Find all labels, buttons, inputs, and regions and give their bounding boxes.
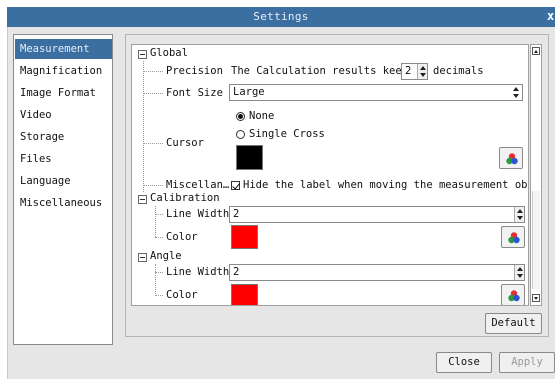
- scroll-down-arrow-icon[interactable]: [532, 294, 540, 302]
- precision-spin-buttons[interactable]: [417, 64, 427, 79]
- scroll-up-arrow-icon[interactable]: [532, 47, 540, 55]
- calibration-color-picker-button[interactable]: [501, 226, 525, 248]
- tree-branch: [143, 185, 163, 186]
- scrollbar-thumb[interactable]: [532, 191, 540, 289]
- global-group-label: Global: [150, 47, 188, 59]
- settings-category-list: Measurement Magnification Image Format V…: [13, 34, 113, 345]
- tree-branch: [155, 295, 163, 296]
- cursor-label: Cursor: [166, 137, 204, 149]
- font-size-value: Large: [233, 86, 265, 98]
- cursor-single-cross-radio[interactable]: [236, 130, 245, 139]
- sidebar-item-storage[interactable]: Storage: [15, 127, 112, 147]
- hide-label-checkbox[interactable]: [231, 181, 240, 190]
- cursor-color-picker-button[interactable]: [499, 147, 523, 169]
- calibration-line-width-spin-buttons[interactable]: [514, 207, 524, 222]
- settings-tree-scrollbar[interactable]: [530, 44, 542, 306]
- default-button[interactable]: Default: [485, 313, 542, 334]
- sidebar-item-image-format[interactable]: Image Format: [15, 83, 112, 103]
- tree-guide-line: [143, 61, 144, 192]
- tree-branch: [155, 237, 163, 238]
- tree-branch: [155, 214, 163, 215]
- precision-prefix-text: The Calculation results keep: [231, 65, 409, 77]
- sidebar-item-magnification[interactable]: Magnification: [15, 61, 112, 81]
- cursor-none-label: None: [249, 110, 275, 122]
- sidebar-item-measurement[interactable]: Measurement: [15, 39, 112, 59]
- precision-label: Precision: [166, 65, 223, 77]
- precision-value: 2: [405, 65, 412, 77]
- hide-label-text: Hide the label when moving the measureme…: [243, 179, 529, 191]
- tree-branch: [143, 143, 163, 144]
- apply-button[interactable]: Apply: [499, 352, 555, 373]
- precision-suffix-text: decimals: [433, 65, 484, 77]
- color-palette-icon: [506, 153, 518, 165]
- angle-color-swatch: [231, 284, 258, 305]
- title-bar-strip: Settings x: [7, 7, 555, 27]
- tree-guide-line: [155, 206, 156, 237]
- cursor-color-swatch: [236, 145, 263, 170]
- settings-tree: Global Precision The Calculation results…: [131, 44, 529, 306]
- angle-line-width-value: 2: [233, 266, 240, 278]
- tree-branch: [155, 272, 163, 273]
- tree-guide-line: [155, 264, 156, 296]
- font-size-dropdown-arrows[interactable]: [511, 85, 521, 100]
- calibration-group-label: Calibration: [150, 192, 220, 204]
- calibration-color-label: Color: [166, 231, 198, 243]
- angle-line-width-spinbox[interactable]: 2: [229, 264, 525, 281]
- angle-color-picker-button[interactable]: [501, 284, 525, 305]
- precision-spinbox[interactable]: 2: [401, 63, 428, 80]
- angle-line-width-label: Line Width: [166, 266, 230, 278]
- collapse-angle-toggle[interactable]: [138, 253, 147, 262]
- calibration-color-swatch: [231, 225, 258, 249]
- tree-branch: [143, 71, 163, 72]
- angle-group-label: Angle: [150, 250, 182, 262]
- calibration-line-width-value: 2: [233, 208, 240, 220]
- window-title: Settings: [253, 10, 309, 23]
- sidebar-item-miscellaneous[interactable]: Miscellaneous: [15, 193, 112, 213]
- tree-branch: [143, 93, 163, 94]
- font-size-label: Font Size: [166, 87, 223, 99]
- calibration-line-width-spinbox[interactable]: 2: [229, 206, 525, 223]
- color-palette-icon: [508, 290, 520, 302]
- sidebar-item-files[interactable]: Files: [15, 149, 112, 169]
- cursor-none-radio[interactable]: [236, 112, 245, 121]
- collapse-calibration-toggle[interactable]: [138, 195, 147, 204]
- collapse-global-toggle[interactable]: [138, 50, 147, 59]
- calibration-line-width-label: Line Width: [166, 208, 230, 220]
- angle-line-width-spin-buttons[interactable]: [514, 265, 524, 280]
- color-palette-icon: [508, 232, 520, 244]
- sidebar-item-video[interactable]: Video: [15, 105, 112, 125]
- cursor-single-cross-label: Single Cross: [249, 128, 325, 140]
- close-window-button[interactable]: x: [547, 9, 555, 24]
- angle-color-label: Color: [166, 289, 198, 301]
- close-button[interactable]: Close: [436, 352, 492, 373]
- font-size-select[interactable]: Large: [229, 84, 523, 101]
- sidebar-item-language[interactable]: Language: [15, 171, 112, 191]
